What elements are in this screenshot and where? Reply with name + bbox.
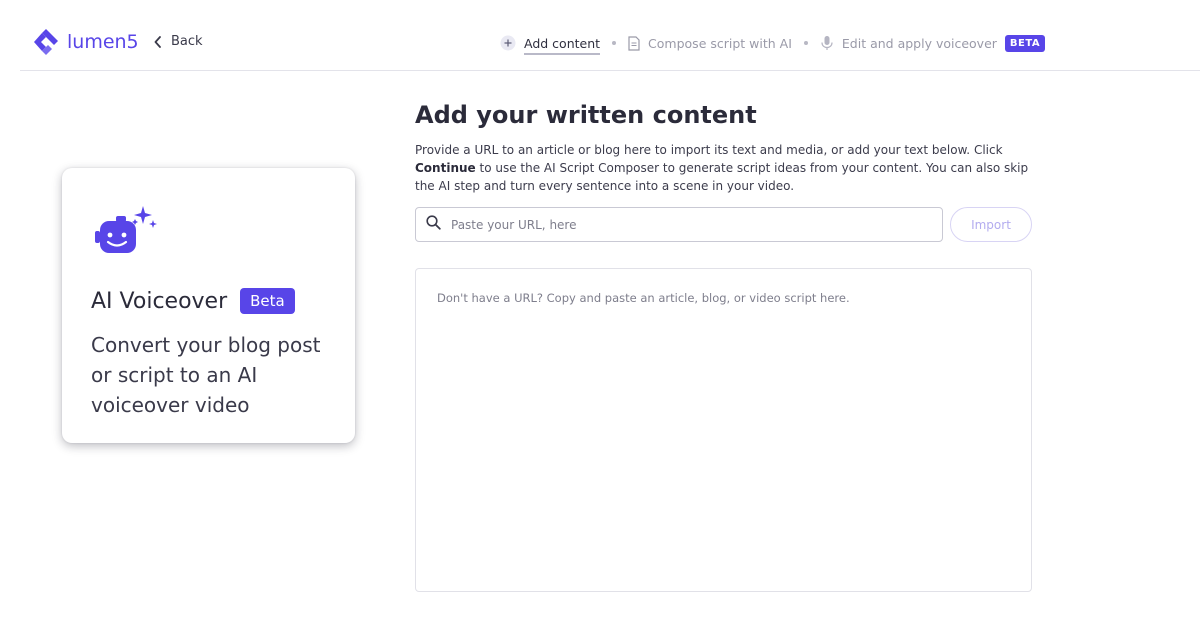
intro-part2: to use the AI Script Composer to generat… (415, 161, 1029, 193)
search-icon (426, 215, 441, 234)
intro-continue-bold: Continue (415, 161, 476, 175)
back-label: Back (171, 34, 203, 49)
ai-robot-sparkle-icon (90, 202, 160, 266)
document-icon (628, 35, 640, 51)
main-content: Add your written content Provide a URL t… (415, 100, 1035, 592)
step-label: Edit and apply voiceover (841, 35, 997, 51)
intro-part1: Provide a URL to an article or blog here… (415, 143, 1003, 157)
back-button[interactable]: Back (154, 34, 203, 49)
progress-steps: Add content Compose script with AI Edit … (500, 32, 1046, 55)
step-label: Add content (524, 36, 601, 55)
beta-badge: BETA (1004, 34, 1046, 52)
url-import-row: Import (415, 207, 1035, 243)
card-description: Convert your blog post or script to an A… (91, 333, 321, 417)
page-title: Add your written content (415, 101, 757, 129)
header-divider (20, 70, 1200, 71)
step-add-content[interactable]: Add content (500, 32, 601, 55)
import-button[interactable]: Import (950, 207, 1032, 242)
microphone-icon (820, 35, 834, 51)
step-separator (612, 41, 617, 45)
lumen5-logo[interactable]: lumen5 (34, 29, 139, 55)
ai-voiceover-card: AI Voiceover Beta Convert your blog post… (62, 168, 355, 443)
card-beta-badge: Beta (240, 288, 295, 314)
brand-name: lumen5 (67, 31, 139, 53)
card-title: AI Voiceover (91, 288, 228, 314)
step-label: Compose script with AI (648, 35, 792, 51)
intro-text: Provide a URL to an article or blog here… (415, 141, 1030, 195)
step-compose-script[interactable]: Compose script with AI (628, 36, 792, 51)
plus-circle-icon (500, 35, 516, 51)
chevron-left-icon (154, 35, 161, 48)
card-title-row: AI Voiceover Beta (91, 288, 295, 314)
content-textarea-container (415, 268, 1032, 592)
step-separator (803, 41, 808, 45)
lumen5-logo-icon (34, 29, 58, 55)
content-textarea[interactable] (416, 269, 1031, 591)
url-field[interactable] (415, 207, 943, 242)
step-voiceover[interactable]: Edit and apply voiceover BETA (820, 34, 1046, 52)
top-bar: lumen5 Back Add content Compose script w… (0, 0, 1200, 70)
url-input[interactable] (451, 217, 921, 232)
